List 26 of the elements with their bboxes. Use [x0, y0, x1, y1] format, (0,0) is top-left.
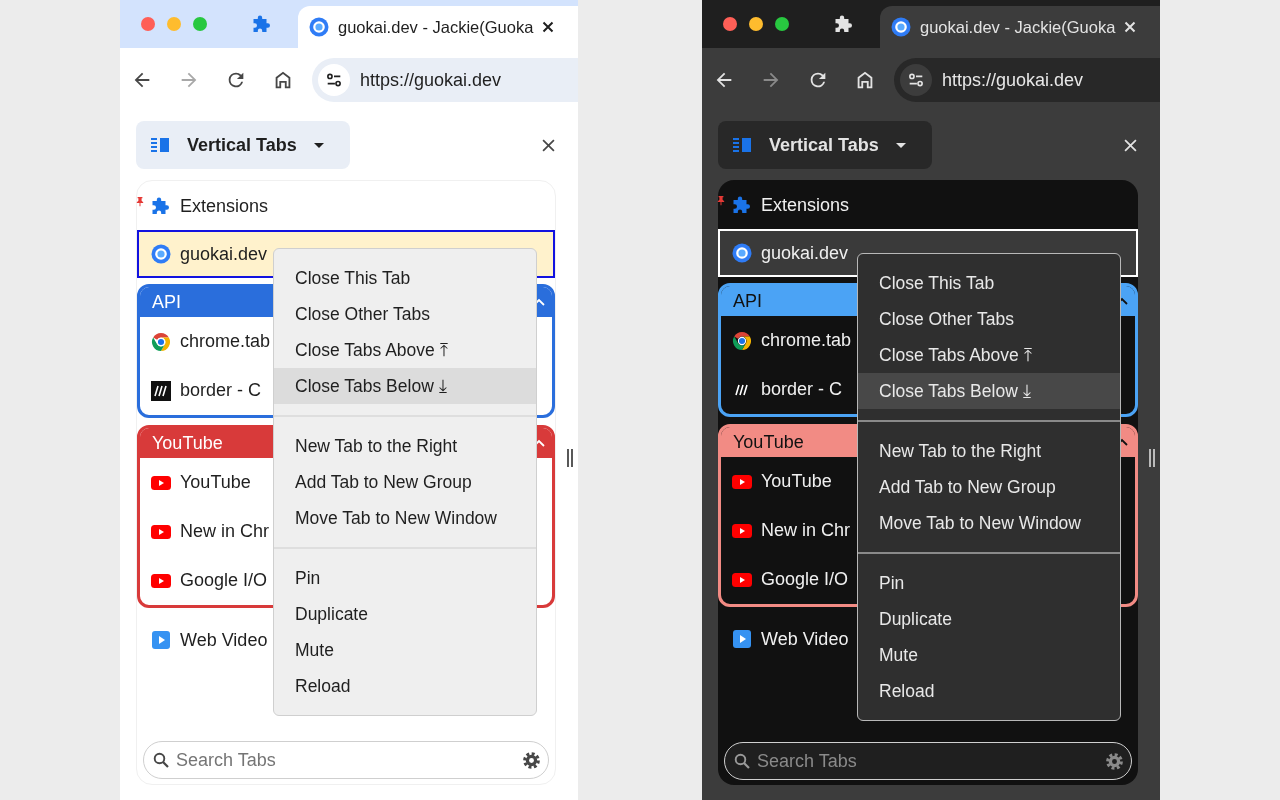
- tab-title: Web Video: [761, 628, 849, 650]
- panel-title: Vertical Tabs: [769, 134, 879, 156]
- tab-title: border - C: [761, 379, 843, 400]
- tab-title: guokai.dev - Jackie(Guoka: [338, 17, 534, 37]
- tab-title: New in Chr: [761, 520, 851, 541]
- group-name: API: [152, 291, 181, 313]
- tab-title: Google I/O: [180, 570, 268, 591]
- tab-title: YouTube: [761, 471, 832, 492]
- tab-title: Web Video: [180, 629, 268, 651]
- url-text: https://guokai.dev: [942, 69, 1084, 91]
- tab-title: New in Chr: [180, 521, 270, 542]
- group-name: API: [733, 290, 762, 312]
- tab-title: Extensions: [761, 194, 850, 216]
- tab-title: guokai.dev - Jackie(Guoka: [920, 17, 1116, 37]
- group-name: YouTube: [152, 432, 223, 454]
- tab-title: border - C: [180, 380, 262, 401]
- url-text: https://guokai.dev: [360, 69, 502, 91]
- tab-title: Extensions: [180, 195, 269, 217]
- tab-title: chrome.tab: [761, 330, 852, 351]
- group-name: YouTube: [733, 431, 804, 453]
- tab-title: guokai.dev: [761, 242, 849, 264]
- tab-title: Google I/O: [761, 569, 849, 590]
- tab-title: chrome.tab: [180, 331, 271, 352]
- tab-title: YouTube: [180, 472, 251, 493]
- panel-title: Vertical Tabs: [187, 134, 297, 156]
- tab-title: guokai.dev: [180, 243, 268, 265]
